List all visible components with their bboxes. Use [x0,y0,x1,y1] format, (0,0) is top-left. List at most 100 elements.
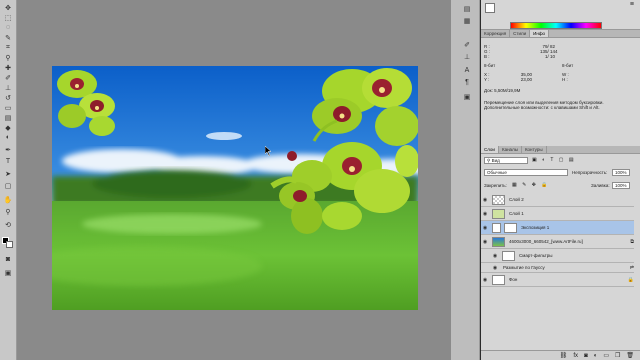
eye-icon[interactable]: ◉ [481,211,489,217]
photo-canvas [52,66,418,310]
trash-icon[interactable]: 🗑 [626,352,634,359]
opacity-input[interactable]: 100% [612,169,630,176]
swatches-icon[interactable]: ▦ [462,16,472,25]
info-bit-2: 8-бит [562,63,574,68]
layer-row[interactable]: ◉ Слой 2 [481,193,634,207]
zoom-tool-icon[interactable]: ⚲ [3,207,13,216]
panel-menu-icon[interactable]: ≡ [630,1,634,8]
folder-icon[interactable]: ▭ [603,352,609,359]
layer-row[interactable]: ◉ 4600x3000_660542_[www.ArtFile.ru] ⧉ [481,235,634,249]
tab-channels[interactable]: Каналы [499,146,522,153]
3d-tool-icon[interactable]: ⟲ [3,220,13,229]
info-hint-line-2: Дополнительные возможности: с клавишами … [484,105,600,110]
collapsed-panels-strip: ▤ ▦ ✐ ⊥ A ¶ ▣ [450,0,480,360]
layer-thumbnail [492,236,505,247]
layer-name: 4600x3000_660542_[www.ArtFile.ru] [509,239,583,244]
layer-row[interactable]: ◉ Фон 🔒 [481,273,634,287]
blend-mode-select[interactable]: Обычные [484,169,568,176]
document-image[interactable] [52,66,418,310]
info-b-value-2: 10 [550,54,556,59]
blur-tool-icon[interactable]: ◆ [3,123,13,132]
layer-row[interactable]: ◉ Размытие по Гауссу ⇌ [481,263,634,273]
layer-filter-label: Вид [491,158,500,163]
search-icon: ⚲ [487,158,491,163]
layer-thumbnail [492,208,505,219]
brush-presets-icon[interactable]: ✐ [462,40,472,49]
filter-options-icon[interactable]: ⇌ [630,265,634,271]
hand-tool-icon[interactable]: ✋ [3,195,13,204]
eye-icon[interactable]: ◉ [481,225,489,231]
filter-mask-thumbnail [502,250,515,261]
character-icon[interactable]: A [462,66,472,75]
brush-tool-icon[interactable]: ✐ [3,73,13,82]
info-bit-1: 8-бит [484,63,496,68]
healing-tool-icon[interactable]: ✚ [3,63,13,72]
info-xy-block: X : 35,00 Y : 23,00 [484,72,532,82]
screen-mode-icon[interactable]: ▣ [3,268,13,277]
layer-name: Фон [509,277,518,282]
color-ramp[interactable] [510,22,602,29]
pen-tool-icon[interactable]: ✒ [3,145,13,154]
lock-icon: 🔒 [627,276,634,283]
canvas-workspace[interactable] [17,0,450,360]
dodge-tool-icon[interactable]: ◐ [3,133,13,142]
history-icon[interactable]: ▤ [462,4,472,13]
info-rgb-values-1: 79/ 135/ 1/ [540,44,549,59]
type-tool-icon[interactable]: T [3,157,13,166]
mask-icon[interactable]: ◙ [584,353,588,359]
eye-icon[interactable]: ◉ [481,277,489,283]
right-panels: ≡ Коррекция Стили Инфо [481,0,640,360]
properties-icon[interactable]: ▣ [462,92,472,101]
clone-source-icon[interactable]: ⊥ [462,52,472,61]
layers-bottom-bar: ⛓ fx ◙ ◐ ▭ ❐ 🗑 [481,350,640,360]
paragraph-icon[interactable]: ¶ [462,78,472,87]
tab-adjustments[interactable]: Коррекция [481,30,511,37]
layer-name: Размытие по Гауссу [503,265,545,270]
layer-name: Экспозиция 1 [521,225,550,230]
adjustment-layer-icon[interactable]: ◐ [594,353,598,359]
layer-row-selected[interactable]: ◉ Экспозиция 1 [481,221,634,235]
new-layer-icon[interactable]: ❐ [615,352,620,359]
marquee-tool-icon[interactable]: ⬚ [3,13,13,22]
layer-filter-icons[interactable]: ▣ ◐ T ▢ ▤ [532,157,576,163]
eye-icon[interactable]: ◉ [491,265,499,271]
layer-filter-select[interactable]: ⚲ Вид [484,157,528,164]
tab-paths[interactable]: Контуры [522,146,547,153]
eye-icon[interactable]: ◉ [481,197,489,203]
layer-thumbnail [492,274,505,285]
eye-icon[interactable]: ◉ [491,253,499,259]
eyedropper-tool-icon[interactable]: ⚲ [3,53,13,62]
eraser-tool-icon[interactable]: ▭ [3,103,13,112]
history-brush-tool-icon[interactable]: ↺ [3,93,13,102]
layer-mask-thumbnail [504,222,517,233]
tab-info[interactable]: Инфо [530,30,550,37]
layer-name: Слой 2 [509,197,524,202]
eye-icon[interactable]: ◉ [481,239,489,245]
gradient-tool-icon[interactable]: ▤ [3,113,13,122]
lock-label: Закрепить: [484,183,507,188]
tab-styles[interactable]: Стили [510,30,531,37]
lock-icons[interactable]: ▦ ✎ ✥ 🔒 [512,182,550,188]
opacity-label: Непрозрачность: [572,170,608,175]
layer-row[interactable]: ◉ Смарт-фильтры [481,249,634,263]
crop-tool-icon[interactable]: ⌗ [3,43,13,52]
shape-tool-icon[interactable]: ▢ [3,181,13,190]
background-color-swatch[interactable] [6,241,13,248]
info-h-label: H : [562,77,568,82]
quick-select-tool-icon[interactable]: ✎ [3,33,13,42]
fx-icon[interactable]: fx [573,353,578,359]
tab-layers[interactable]: Слои [481,146,499,153]
lasso-tool-icon[interactable]: ◌ [3,23,13,32]
fill-input[interactable]: 100% [612,182,630,189]
move-tool-icon[interactable]: ✥ [3,3,13,12]
path-select-tool-icon[interactable]: ➤ [3,169,13,178]
stamp-tool-icon[interactable]: ⊥ [3,83,13,92]
quick-mask-icon[interactable]: ◙ [3,255,13,264]
info-b-value: 1/ [545,54,549,59]
color-square[interactable] [485,3,495,13]
layer-row[interactable]: ◉ Слой 1 [481,207,634,221]
smart-object-icon: ⧉ [630,238,634,245]
tools-panel: ✥ ⬚ ◌ ✎ ⌗ ⚲ ✚ ✐ ⊥ ↺ ▭ ▤ ◆ ◐ ✒ T ➤ ▢ ✋ ⚲ … [0,0,17,360]
link-icon[interactable]: ⛓ [560,352,568,359]
info-panel-tabs: Коррекция Стили Инфо [481,30,640,38]
